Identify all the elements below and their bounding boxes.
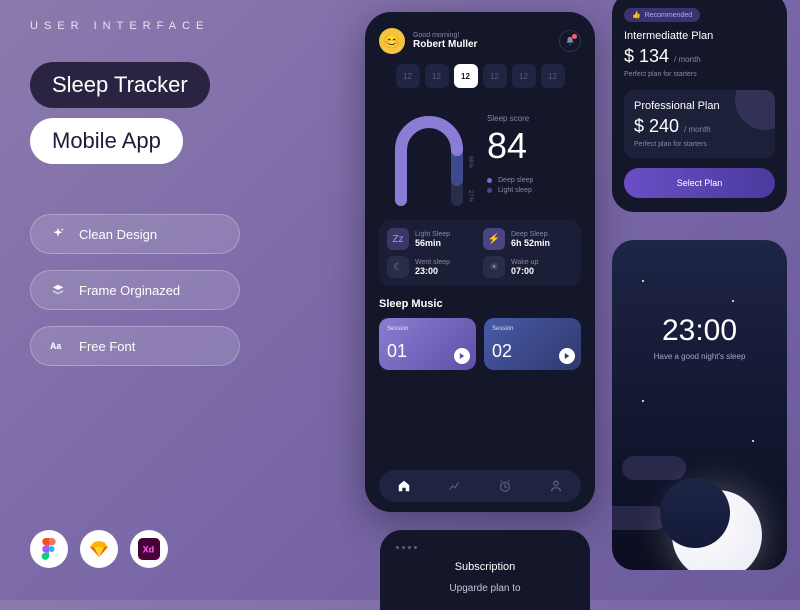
date-chip[interactable]: 12 (483, 64, 507, 88)
plan-desc: Perfect plan for starters (634, 141, 765, 148)
title-pill-2: Mobile App (30, 118, 183, 164)
score-value: 84 (487, 125, 581, 167)
moon-icon (672, 490, 762, 570)
sparkle-icon (49, 225, 67, 243)
plan-desc: Perfect plan for starters (624, 71, 775, 78)
plan-period: / month (684, 125, 711, 134)
phone-night: 23:00 Have a good night's sleep (612, 240, 787, 570)
date-chip[interactable]: 12 (541, 64, 565, 88)
sleep-legend: Deep sleep Light sleep (487, 177, 581, 194)
legend-dot-icon (487, 188, 492, 193)
bottom-nav (379, 470, 581, 502)
svg-text:Aa: Aa (50, 341, 61, 351)
date-chip[interactable]: 12 (425, 64, 449, 88)
notification-button[interactable] (559, 30, 581, 52)
star-icon (732, 300, 734, 302)
date-chip[interactable]: 12 (512, 64, 536, 88)
play-icon (459, 353, 465, 359)
bolt-icon: ⚡ (483, 228, 505, 250)
layers-icon (49, 281, 67, 299)
recommended-badge: 👍 Recommended (624, 8, 700, 22)
figma-icon (30, 530, 68, 568)
feature-free-font: Aa Free Font (30, 326, 240, 366)
cloud-icon (622, 456, 686, 480)
phone-subscription: Subscription Upgarde plan to (380, 530, 590, 610)
light-pct-label: 27% (467, 190, 473, 203)
plan-card-professional[interactable]: Professional Plan $ 240 / month Perfect … (624, 90, 775, 158)
plan-name: Professional Plan (634, 100, 765, 112)
date-chip-active[interactable]: 12 (454, 64, 478, 88)
score-label: Sleep score (487, 114, 581, 123)
tool-icons-row: Xd (30, 530, 168, 568)
feature-label: Clean Design (79, 227, 157, 242)
phone-dashboard: 😊 Good morning! Robert Muller 12 12 12 1… (365, 12, 595, 512)
star-icon (642, 400, 644, 402)
subscription-header: Subscription (396, 561, 574, 573)
kicker-text: USER INTERFACE (30, 20, 330, 32)
plan-name: Intermediatte Plan (624, 30, 775, 42)
plan-period: / month (674, 55, 701, 64)
night-time: 23:00 (626, 314, 773, 348)
chart-icon (448, 479, 462, 493)
stat-wake-up: ☀ Wake up07:00 (483, 256, 573, 278)
play-button[interactable] (559, 348, 575, 364)
nav-alarm[interactable] (498, 479, 512, 493)
nav-profile[interactable] (549, 479, 563, 493)
avatar: 😊 (379, 28, 405, 54)
music-session-1[interactable]: Session 01 (379, 318, 476, 370)
nav-chart[interactable] (448, 479, 462, 493)
sleep-stats-grid: Zz Light Sleep56min ⚡ Deep Sleep6h 52min… (379, 220, 581, 286)
subscription-text: Upgarde plan to (396, 583, 574, 594)
sleep-score-arch: 86% 27% (379, 100, 479, 210)
legend-dot-icon (487, 178, 492, 183)
feature-clean-design: Clean Design (30, 214, 240, 254)
alarm-icon (498, 479, 512, 493)
music-session-2[interactable]: Session 02 (484, 318, 581, 370)
moon-icon: ☾ (387, 256, 409, 278)
greeting-text: Good morning! (413, 32, 477, 39)
star-icon (642, 280, 644, 282)
notification-dot-icon (572, 34, 577, 39)
home-icon (397, 479, 411, 493)
zz-icon: Zz (387, 228, 409, 250)
phone-pricing: 👍 Recommended Intermediatte Plan $ 134 /… (612, 0, 787, 212)
menu-dots-icon[interactable] (396, 546, 574, 549)
stat-went-sleep: ☾ Went sleep23:00 (387, 256, 477, 278)
user-block[interactable]: 😊 Good morning! Robert Muller (379, 28, 477, 54)
title-pill-1: Sleep Tracker (30, 62, 210, 108)
select-plan-button[interactable]: Select Plan (624, 168, 775, 198)
feature-frame-organized: Frame Orginazed (30, 270, 240, 310)
font-icon: Aa (49, 337, 67, 355)
stat-light-sleep: Zz Light Sleep56min (387, 228, 477, 250)
svg-text:Xd: Xd (143, 545, 155, 555)
night-subtitle: Have a good night's sleep (626, 352, 773, 361)
sleep-music-header: Sleep Music (379, 298, 581, 310)
date-selector: 12 12 12 12 12 12 (379, 64, 581, 88)
profile-icon (549, 479, 563, 493)
sketch-icon (80, 530, 118, 568)
feature-label: Free Font (79, 339, 135, 354)
play-icon (564, 353, 570, 359)
feature-label: Frame Orginazed (79, 283, 180, 298)
promo-panel: USER INTERFACE Sleep Tracker Mobile App … (30, 20, 330, 382)
stat-deep-sleep: ⚡ Deep Sleep6h 52min (483, 228, 573, 250)
xd-icon: Xd (130, 530, 168, 568)
play-button[interactable] (454, 348, 470, 364)
plan-price: $ 240 (634, 116, 679, 136)
plan-price: $ 134 (624, 46, 669, 66)
nav-home[interactable] (397, 479, 411, 493)
sun-icon: ☀ (483, 256, 505, 278)
cloud-icon (612, 506, 666, 530)
user-name: Robert Muller (413, 39, 477, 50)
date-chip[interactable]: 12 (396, 64, 420, 88)
deep-pct-label: 86% (467, 156, 473, 169)
star-icon (752, 440, 754, 442)
